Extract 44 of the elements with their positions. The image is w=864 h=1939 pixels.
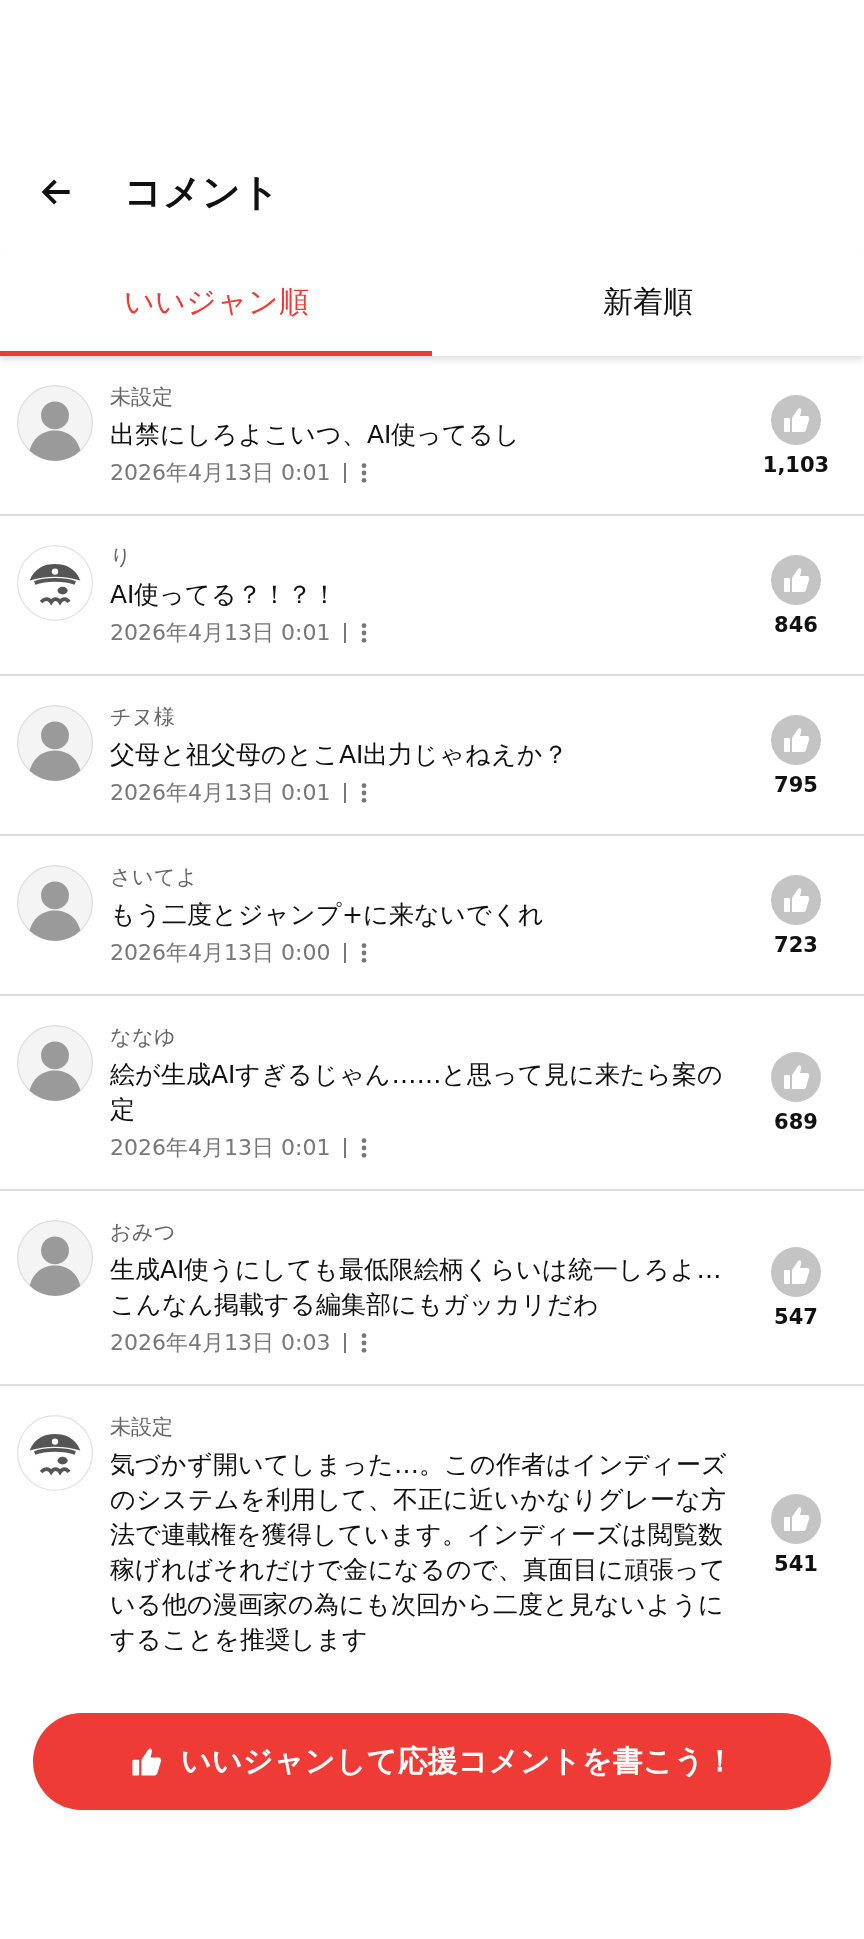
- comment-text: 出禁にしろよこいつ、AI使ってるし: [110, 419, 522, 451]
- avatar-icon: [17, 705, 93, 781]
- user-name: 未設定: [110, 384, 174, 411]
- more-icon[interactable]: [360, 1137, 369, 1159]
- like-count: 846: [774, 612, 818, 637]
- avatar-icon: [17, 1025, 93, 1101]
- comment-date: 2026年4月13日 0:00: [110, 939, 331, 967]
- more-icon[interactable]: [360, 942, 369, 964]
- like-count: 541: [774, 1552, 818, 1576]
- comment-text: 絵が生成AIすぎるじゃん……と思って見に来たら案の定: [110, 1059, 725, 1126]
- comment-date: 2026年4月13日 0:01: [110, 459, 331, 487]
- page-title: コメント: [124, 168, 280, 216]
- user-name: 未設定: [110, 1414, 174, 1441]
- comment-text: AI使ってる？！？！: [110, 579, 339, 611]
- avatar-icon: [17, 865, 93, 941]
- comment-date: 2026年4月13日 0:01: [110, 1134, 331, 1162]
- more-icon[interactable]: [360, 462, 369, 484]
- user-name: ななゆ: [110, 1024, 177, 1051]
- user-name: チヌ様: [110, 704, 176, 731]
- comment-text: 父母と祖父母のとこAI出力じゃねえか？: [110, 739, 570, 771]
- user-name: り: [110, 544, 133, 571]
- comment-date: 2026年4月13日 0:01: [110, 779, 331, 807]
- more-icon[interactable]: [360, 782, 369, 804]
- user-name: さいてよ: [110, 864, 199, 891]
- like-count: 689: [774, 1110, 818, 1134]
- tab[interactable]: いいジャン順: [0, 254, 432, 356]
- more-icon[interactable]: [360, 1332, 369, 1354]
- comment-date: 2026年4月13日 0:03: [110, 1329, 331, 1357]
- like-count: 1,103: [762, 452, 830, 477]
- write-comment-button[interactable]: いいジャンして応援コメントを書こう！: [33, 1713, 831, 1810]
- like-count: 547: [774, 1305, 818, 1329]
- like-count: 723: [774, 932, 818, 957]
- tab[interactable]: 新着順: [432, 254, 864, 356]
- comment-text: 生成AI使うにしても最低限絵柄くらいは統一しろよ…こんなん掲載する編集部にもガッカリだわ: [110, 1254, 723, 1321]
- avatar-icon: [17, 385, 93, 461]
- avatar-icon: [17, 1220, 93, 1296]
- pirate-hat-icon: [17, 545, 93, 621]
- pirate-hat-icon: [17, 1415, 93, 1491]
- comment-text: 気づかず開いてしまった…。この作者はインディーズのシステムを利用して、不正に近いかなりグレーな方法で連載権を獲得しています。インディーズは閲覧数稼げればそれだけで金になるので、真面目に頑張っている他の漫画家の為にも次回から二度と見ないようにすることを推奨します: [110, 1449, 728, 1656]
- comment-date: 2026年4月13日 0:01: [110, 619, 331, 647]
- user-name: おみつ: [110, 1219, 177, 1246]
- comment-text: もう二度とジャンプ+に来ないでくれ: [110, 899, 545, 931]
- more-icon[interactable]: [360, 622, 369, 644]
- like-count: 795: [774, 772, 818, 797]
